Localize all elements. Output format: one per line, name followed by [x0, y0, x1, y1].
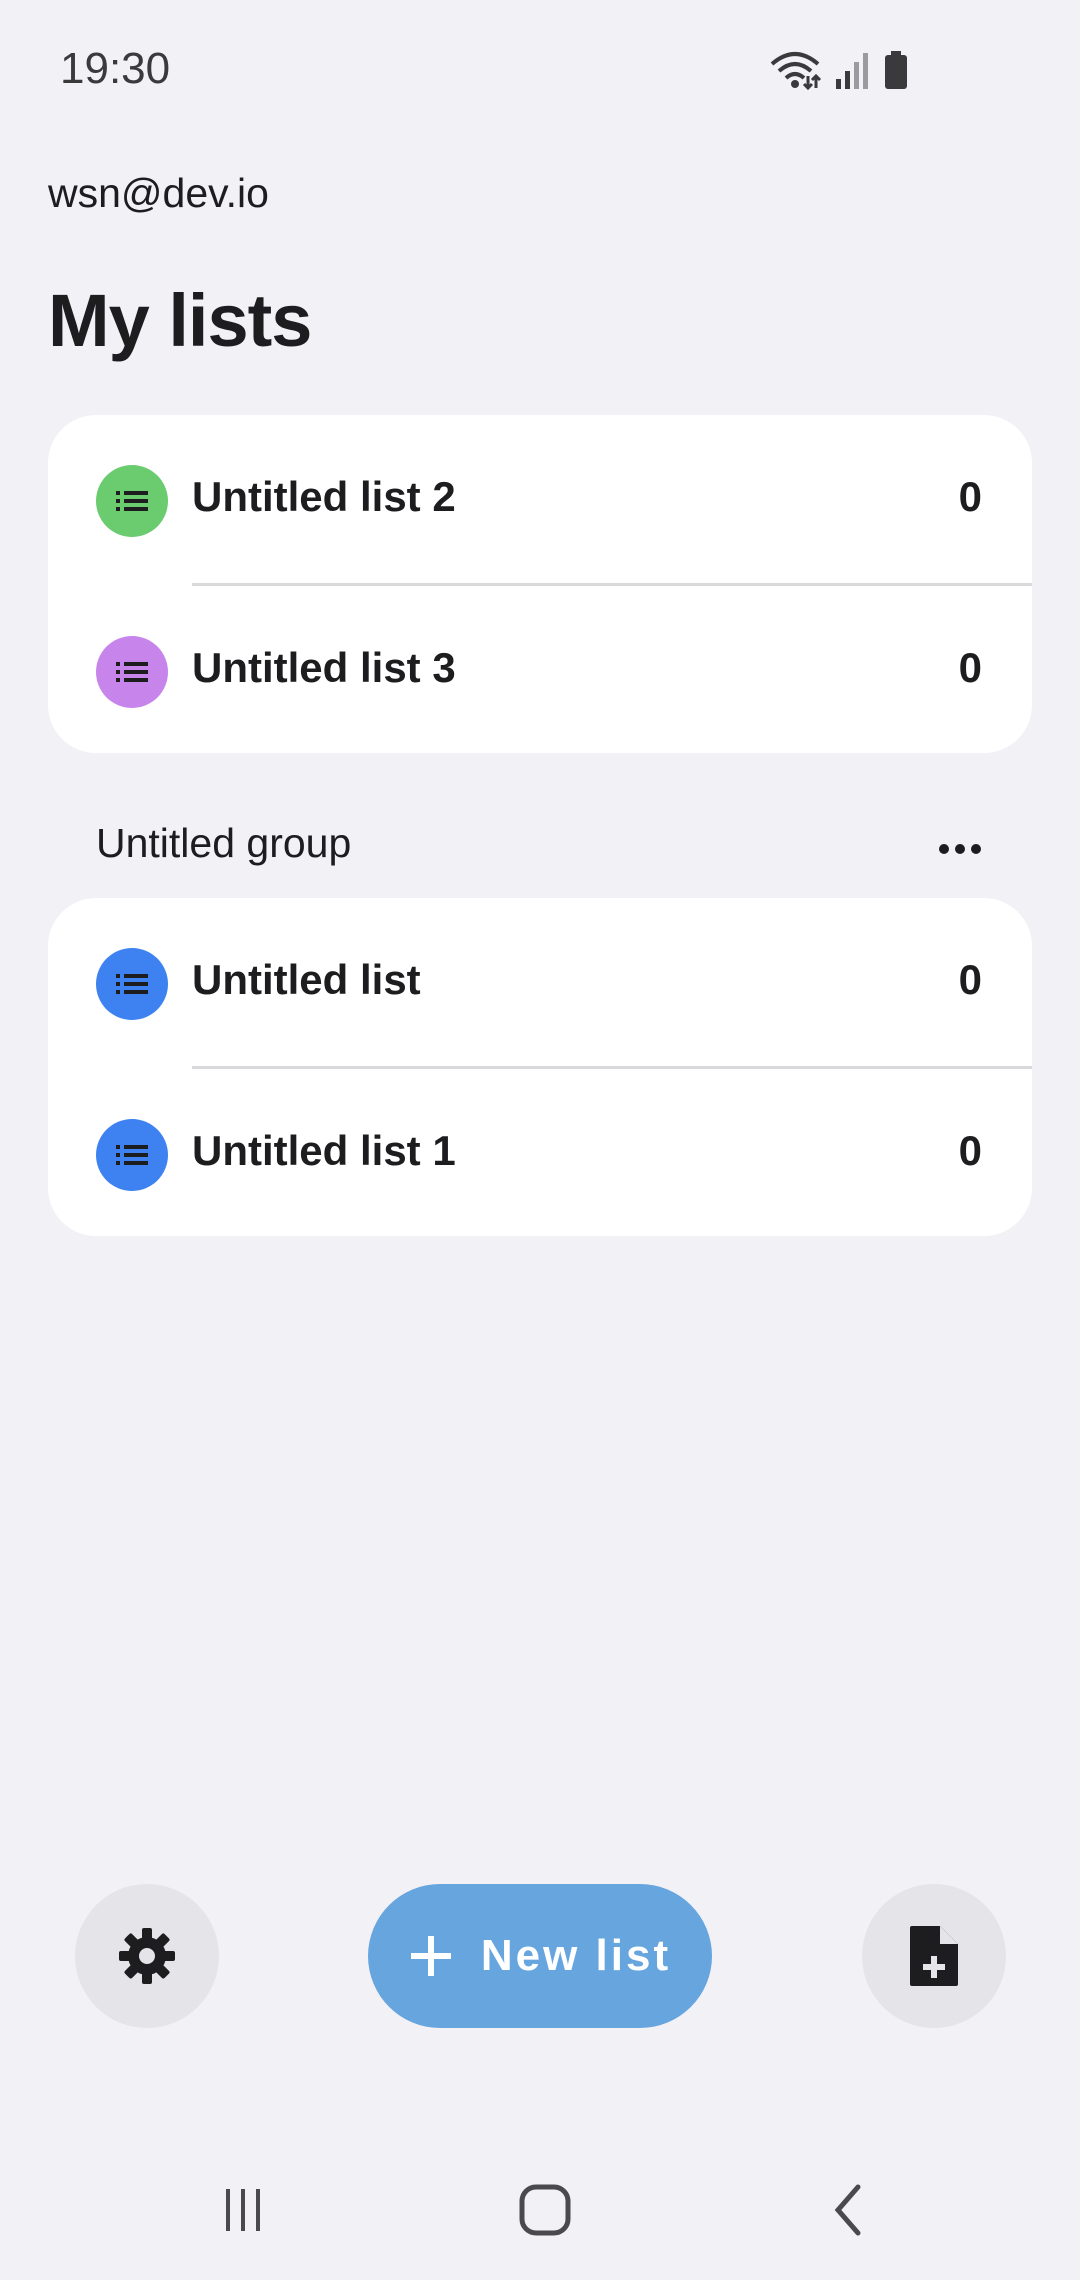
list-item[interactable]: Untitled list 2 0: [48, 415, 1032, 586]
list-name: Untitled list 2: [192, 473, 456, 520]
group-lists-card: Untitled list 0 Untitled list 1 0: [48, 898, 1032, 1236]
back-icon[interactable]: [808, 2178, 888, 2242]
more-options-icon[interactable]: [930, 826, 990, 872]
list-count: 0: [958, 956, 982, 1003]
new-list-button[interactable]: New list: [368, 1884, 712, 2028]
list-icon: [96, 1119, 168, 1191]
list-bullets-icon: [116, 974, 148, 994]
page-title: My lists: [48, 279, 312, 362]
list-count: 0: [958, 473, 982, 520]
gear-icon: [119, 1928, 175, 1984]
account-email[interactable]: wsn@dev.io: [48, 170, 269, 217]
list-icon: [96, 948, 168, 1020]
list-bullets-icon: [116, 491, 148, 511]
status-icons: [768, 50, 910, 90]
ungrouped-lists-card: Untitled list 2 0 Untitled list 3 0: [48, 415, 1032, 753]
list-count: 0: [958, 644, 982, 691]
recent-apps-icon[interactable]: [203, 2178, 283, 2242]
list-count: 0: [958, 1127, 982, 1174]
list-name: Untitled list 1: [192, 1127, 456, 1174]
list-icon: [96, 465, 168, 537]
new-list-label: New list: [480, 1931, 672, 1980]
list-name: Untitled list 3: [192, 644, 456, 691]
wifi-icon: [770, 52, 822, 90]
list-bullets-icon: [116, 1145, 148, 1165]
list-icon: [96, 636, 168, 708]
list-item[interactable]: Untitled list 1 0: [48, 1069, 1032, 1236]
list-item[interactable]: Untitled list 3 0: [48, 586, 1032, 753]
list-bullets-icon: [116, 662, 148, 682]
new-file-button[interactable]: [862, 1884, 1006, 2028]
list-item[interactable]: Untitled list 0: [48, 898, 1032, 1069]
list-name: Untitled list: [192, 956, 421, 1003]
settings-button[interactable]: [75, 1884, 219, 2028]
signal-icon: [836, 53, 868, 89]
home-icon[interactable]: [505, 2178, 585, 2242]
status-time: 19:30: [60, 44, 171, 93]
group-name[interactable]: Untitled group: [96, 820, 351, 867]
file-add-icon: [910, 1926, 958, 1986]
battery-icon: [885, 51, 907, 89]
status-bar: 19:30: [0, 0, 1080, 140]
plus-icon: [410, 1936, 451, 1976]
